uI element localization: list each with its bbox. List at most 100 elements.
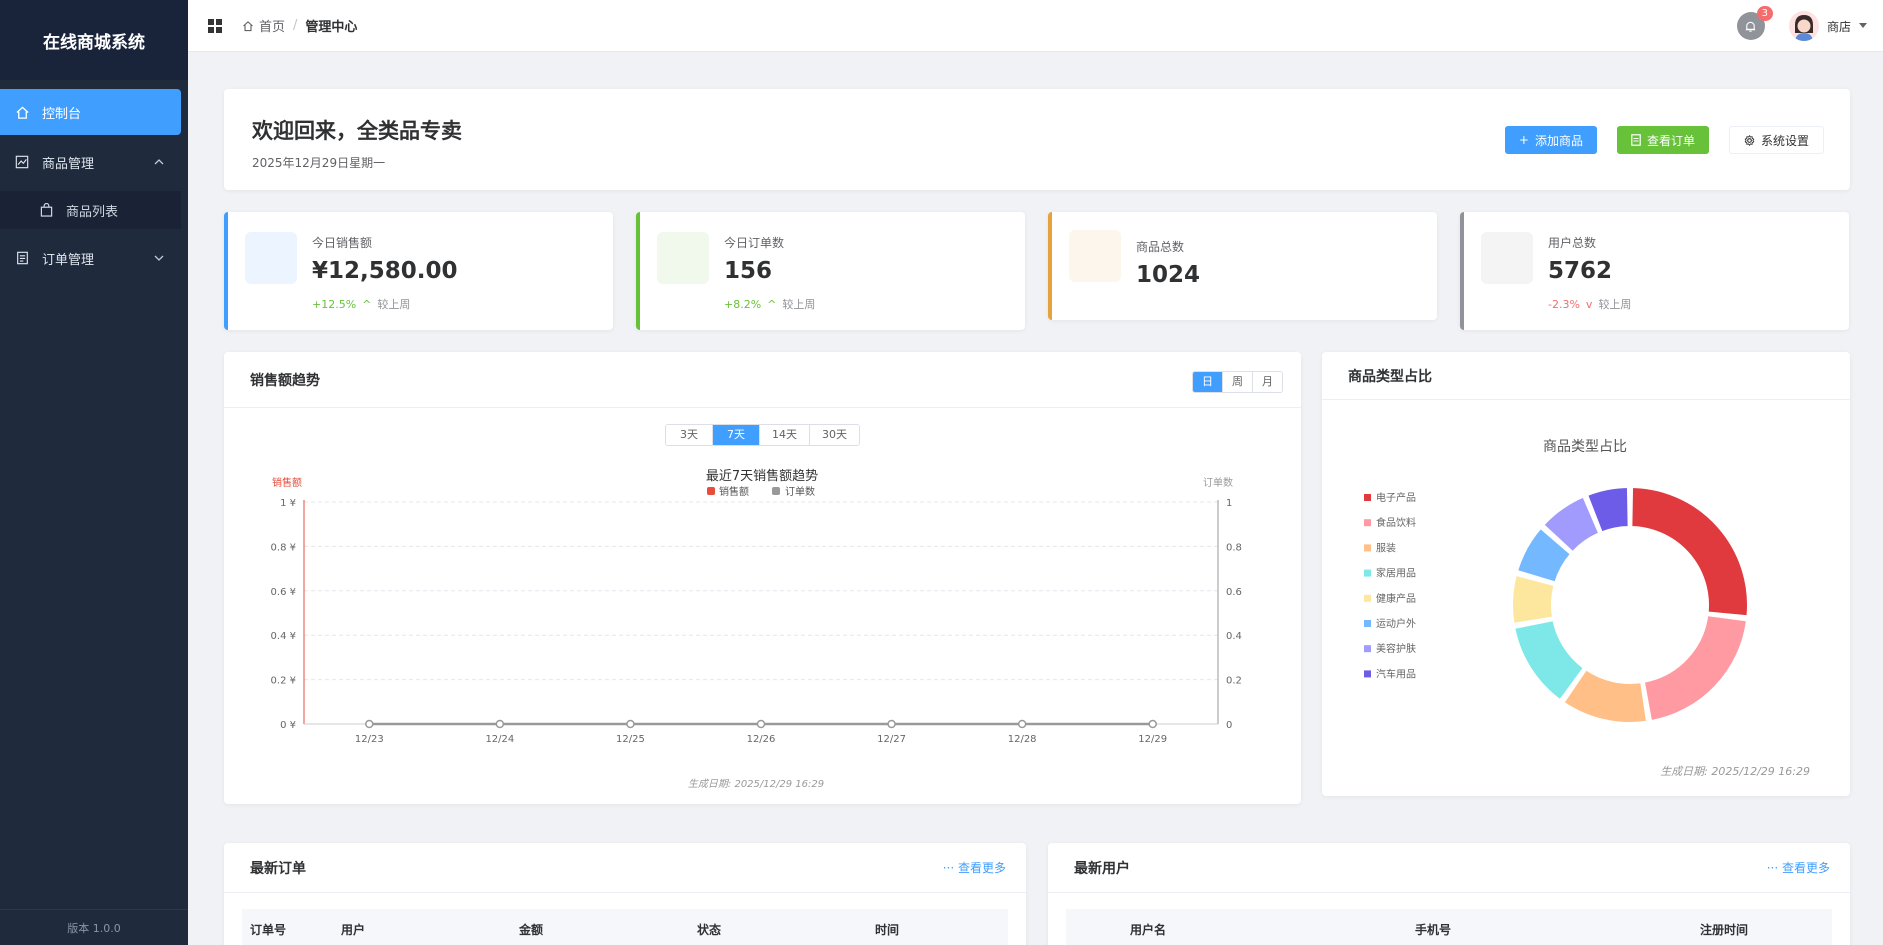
bell-icon	[1746, 21, 1756, 32]
sidebar-item-product-list[interactable]: 商品列表	[0, 191, 181, 229]
stat-value: 156	[724, 258, 773, 284]
caret-down-icon[interactable]	[1859, 23, 1867, 29]
bag-icon	[40, 203, 54, 217]
topbar-right: 3 商店	[1736, 0, 1867, 52]
sidebar-item-label: 控制台	[42, 106, 82, 122]
chevron-up-icon	[154, 156, 164, 169]
add-product-button[interactable]: + 添加商品	[1504, 126, 1597, 154]
stat-trend: +8.2% ^ 较上周	[724, 296, 815, 312]
sales-icon	[245, 232, 297, 284]
legend-swatch	[1364, 544, 1371, 552]
x-tick-label: 12/28	[1008, 734, 1037, 745]
data-point[interactable]	[756, 719, 766, 729]
button-label: 添加商品	[1534, 133, 1583, 148]
legend-label-sales: 销售额	[719, 485, 749, 498]
column-header: 注册时间	[1700, 922, 1749, 937]
data-point[interactable]	[1017, 719, 1027, 729]
sidebar-item-label: 商品列表	[66, 204, 119, 220]
more-icon: ···	[1766, 861, 1782, 875]
x-tick-label: 12/23	[355, 734, 384, 745]
stat-label: 商品总数	[1136, 240, 1185, 254]
data-point[interactable]	[1148, 719, 1157, 729]
y-tick-label-left: 0.2 ¥	[271, 676, 296, 687]
link-label: 查看更多	[957, 861, 1006, 875]
button-label: 查看订单	[1646, 133, 1695, 148]
avatar[interactable]	[1788, 11, 1819, 41]
chevron-down-icon	[154, 252, 164, 265]
category-share-card: 商品类型占比 商品类型占比 电子产品 食品饮料 服装 家居用品 健康产品 运动户外 美容护肤…	[1322, 352, 1850, 796]
trend-value: +12.5%	[312, 298, 357, 311]
donut-slice[interactable]	[1630, 486, 1749, 618]
legend-label[interactable]: 服装	[1376, 541, 1396, 554]
users-table-header: 用户名 手机号 注册时间	[1066, 909, 1832, 945]
latest-orders-card: 最新订单 ··· 查看更多 订单号 用户 金额 状态 时间	[224, 843, 1026, 945]
y-tick-label-right: 0.4	[1226, 631, 1242, 642]
legend-label[interactable]: 食品饮料	[1376, 516, 1416, 529]
x-tick-label: 12/24	[485, 734, 514, 745]
stat-label: 今日订单数	[724, 236, 785, 250]
orders-table-header: 订单号 用户 金额 状态 时间	[242, 909, 1008, 945]
x-tick-label: 12/25	[616, 734, 645, 745]
legend-label[interactable]: 美容护肤	[1376, 642, 1416, 655]
user-name[interactable]: 商店	[1827, 18, 1851, 35]
y-tick-label-left: 1 ¥	[280, 498, 296, 509]
home-icon	[242, 20, 254, 32]
welcome-title: 欢迎回来，全类品专卖	[252, 119, 462, 143]
sidebar-item-dashboard[interactable]: 控制台	[0, 89, 181, 135]
stat-value: 1024	[1136, 262, 1201, 288]
chart-footer: 生成日期: 2025/12/29 16:29	[1660, 765, 1810, 778]
legend-label[interactable]: 汽车用品	[1376, 667, 1416, 680]
users-icon	[1481, 232, 1533, 284]
view-more-orders-link[interactable]: ··· 查看更多	[943, 859, 1006, 876]
latest-users-card: 最新用户 ··· 查看更多 用户名 手机号 注册时间	[1048, 843, 1850, 945]
legend-label[interactable]: 电子产品	[1376, 491, 1416, 504]
legend-label[interactable]: 健康产品	[1376, 592, 1416, 605]
stat-trend: +12.5% ^ 较上周	[312, 296, 410, 312]
trend-compare: 较上周	[377, 298, 411, 311]
legend-swatch	[1364, 569, 1371, 577]
column-header: 状态	[697, 922, 722, 937]
breadcrumb: 首页 / 管理中心	[242, 16, 357, 35]
column-header: 金额	[519, 922, 544, 937]
notification-button[interactable]: 3	[1736, 6, 1773, 40]
donut-slice[interactable]	[1642, 614, 1748, 723]
donut-slice[interactable]	[1511, 573, 1556, 625]
stat-value: 5762	[1548, 258, 1613, 284]
column-header: 订单号	[250, 922, 287, 937]
chart-footer: 生成日期: 2025/12/29 16:29	[688, 778, 824, 790]
link-label: 查看更多	[1781, 861, 1830, 875]
welcome-card: 欢迎回来，全类品专卖 2025年12月29日星期一 + 添加商品 查看订单 系统…	[224, 89, 1850, 190]
system-settings-button[interactable]: 系统设置	[1728, 126, 1824, 154]
sidebar-item-order-management[interactable]: 订单管理	[0, 235, 188, 281]
home-icon	[14, 104, 30, 120]
sidebar-menu: 控制台 商品管理 商品列表 订单管理	[0, 80, 188, 281]
trend-value: -2.3%	[1548, 298, 1580, 311]
data-point[interactable]	[626, 719, 635, 729]
version-label: 版本 1.0.0	[0, 909, 188, 945]
data-point[interactable]	[887, 719, 896, 729]
y-tick-label-right: 0	[1226, 720, 1232, 731]
trend-compare: 较上周	[1598, 298, 1632, 311]
card-title: 最新用户	[1074, 860, 1130, 877]
stat-card-products: 商品总数 1024	[1048, 212, 1437, 320]
data-point[interactable]	[365, 719, 374, 729]
chart-title: 商品类型占比	[1543, 439, 1627, 455]
legend-swatch-orders	[772, 487, 780, 495]
sidebar-item-product-management[interactable]: 商品管理	[0, 139, 188, 185]
card-header: 最新用户 ··· 查看更多	[1048, 843, 1850, 893]
sidebar-item-label: 商品管理	[42, 156, 95, 172]
y-tick-label-right: 1	[1226, 498, 1232, 509]
card-title: 最新订单	[250, 860, 306, 877]
data-point[interactable]	[495, 719, 505, 729]
view-more-users-link[interactable]: ··· 查看更多	[1767, 859, 1830, 876]
legend-label[interactable]: 家居用品	[1376, 567, 1416, 580]
breadcrumb-home[interactable]: 首页	[259, 16, 285, 35]
view-orders-button[interactable]: 查看订单	[1616, 126, 1709, 154]
column-header: 时间	[875, 922, 900, 937]
stat-trend: -2.3% v 较上周	[1548, 296, 1631, 312]
y-axis-label-right: 订单数	[1203, 476, 1233, 489]
products-icon	[1069, 230, 1121, 282]
plus-icon: +	[1518, 133, 1529, 147]
legend-label[interactable]: 运动户外	[1376, 617, 1416, 630]
menu-grid-icon[interactable]	[208, 18, 222, 33]
